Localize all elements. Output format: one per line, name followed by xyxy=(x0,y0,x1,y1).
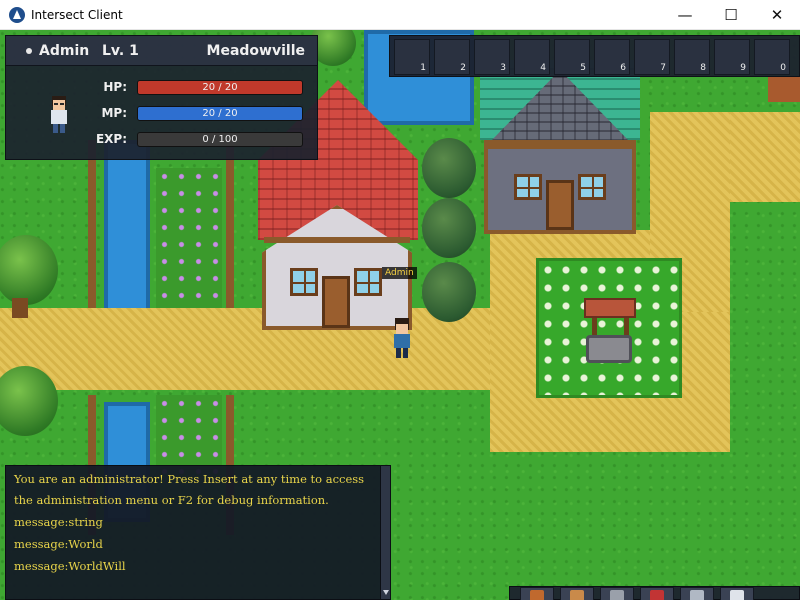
hotbar-key-label: 3 xyxy=(500,63,506,73)
maximize-button[interactable]: ☐ xyxy=(708,0,754,30)
social-menu-button[interactable] xyxy=(640,587,674,600)
exp-value: 0 / 100 xyxy=(202,134,238,145)
house-beam xyxy=(264,237,410,243)
player-avatar xyxy=(46,94,72,136)
quest-menu-button[interactable] xyxy=(560,587,594,600)
well-roof xyxy=(584,298,636,318)
house-window xyxy=(578,174,606,200)
gear-icon xyxy=(730,590,744,600)
intersect-logo-icon xyxy=(9,6,25,23)
house-door[interactable] xyxy=(546,180,574,230)
game-menu-bar xyxy=(509,586,800,600)
online-dot-icon xyxy=(26,48,32,54)
character-menu-button[interactable] xyxy=(520,587,554,600)
hotbar-key-label: 5 xyxy=(580,63,586,73)
heart-icon xyxy=(650,590,664,600)
player-level: Lv. 1 xyxy=(102,43,139,59)
window-titlebar: Intersect Client — ☐ ✕ xyxy=(0,0,800,30)
hotbar-slot-2[interactable]: 2 xyxy=(434,39,470,75)
chat-message: You are an administrator! Press Insert a… xyxy=(14,472,365,486)
hotbar-key-label: 6 xyxy=(620,63,626,73)
mp-value: 20 / 20 xyxy=(202,108,238,119)
fence-post xyxy=(226,140,234,335)
house-window xyxy=(514,174,542,200)
scroll-icon xyxy=(570,590,584,600)
exp-label: EXP: xyxy=(95,132,127,146)
hotbar-slot-3[interactable]: 3 xyxy=(474,39,510,75)
flower-bed xyxy=(156,395,222,475)
window-title: Intersect Client xyxy=(31,7,123,22)
hotbar-slot-4[interactable]: 4 xyxy=(514,39,550,75)
mp-label: MP: xyxy=(101,106,127,120)
bench xyxy=(768,76,800,102)
house-door[interactable] xyxy=(322,276,350,328)
people-icon xyxy=(690,590,704,600)
player-status-header: Admin Lv. 1 Meadowville xyxy=(6,36,317,66)
hotbar: 1 2 3 4 5 6 7 8 9 0 xyxy=(389,35,800,77)
inventory-menu-button[interactable] xyxy=(600,587,634,600)
chat-message: message:World xyxy=(14,537,103,551)
chat-scrollbar[interactable] xyxy=(380,466,390,599)
avatar-sprite-icon xyxy=(51,96,67,133)
player-nameplate: Admin xyxy=(382,267,417,279)
hp-bar: 20 / 20 xyxy=(137,80,303,95)
hotbar-slot-8[interactable]: 8 xyxy=(674,39,710,75)
player-name: Admin xyxy=(39,43,90,59)
hotbar-key-label: 4 xyxy=(540,63,546,73)
close-button[interactable]: ✕ xyxy=(754,0,800,30)
hotbar-slot-6[interactable]: 6 xyxy=(594,39,630,75)
window-controls: — ☐ ✕ xyxy=(662,0,800,30)
hotbar-slot-0[interactable]: 0 xyxy=(754,39,790,75)
hotbar-key-label: 7 xyxy=(660,63,666,73)
hotbar-key-label: 0 xyxy=(780,63,786,73)
hotbar-slot-7[interactable]: 7 xyxy=(634,39,670,75)
hp-label: HP: xyxy=(103,80,127,94)
bag-icon xyxy=(610,590,624,600)
player-sprite-icon xyxy=(394,318,410,358)
pine-tree xyxy=(422,262,476,322)
chat-box[interactable]: You are an administrator! Press Insert a… xyxy=(5,465,391,600)
sword-icon xyxy=(530,590,544,600)
hotbar-slot-5[interactable]: 5 xyxy=(554,39,590,75)
pine-tree xyxy=(422,138,476,198)
hotbar-key-label: 1 xyxy=(420,63,426,73)
hotbar-slot-9[interactable]: 9 xyxy=(714,39,750,75)
party-menu-button[interactable] xyxy=(680,587,714,600)
house-window xyxy=(354,268,382,296)
stone-well[interactable] xyxy=(586,335,632,363)
hotbar-key-label: 9 xyxy=(740,63,746,73)
dirt-path-horizontal xyxy=(0,308,500,390)
tree-trunk xyxy=(12,298,28,318)
player-character[interactable] xyxy=(388,316,416,362)
chat-message: message:string xyxy=(14,515,103,529)
fence-post xyxy=(88,140,96,335)
hotbar-key-label: 2 xyxy=(460,63,466,73)
exp-bar: 0 / 100 xyxy=(137,132,303,147)
pine-tree xyxy=(422,198,476,258)
settings-menu-button[interactable] xyxy=(720,587,754,600)
hotbar-key-label: 8 xyxy=(700,63,706,73)
map-name: Meadowville xyxy=(206,43,305,59)
flower-garden xyxy=(536,258,682,398)
house-beam xyxy=(486,144,634,149)
player-status-box: Admin Lv. 1 Meadowville HP: 20 / 20 MP: … xyxy=(5,35,318,160)
chat-message: the administration menu or F2 for debug … xyxy=(14,493,329,507)
house-window xyxy=(290,268,318,296)
minimize-button[interactable]: — xyxy=(662,0,708,30)
hp-value: 20 / 20 xyxy=(202,82,238,93)
chat-message: message:WorldWill xyxy=(14,559,126,573)
mp-bar: 20 / 20 xyxy=(137,106,303,121)
hotbar-slot-1[interactable]: 1 xyxy=(394,39,430,75)
